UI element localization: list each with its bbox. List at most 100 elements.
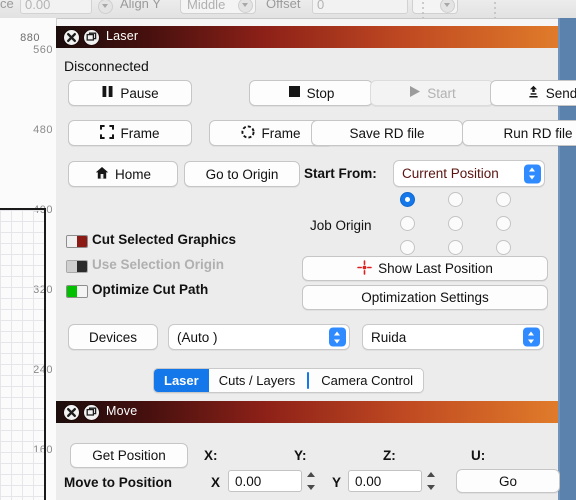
job-origin-label: Job Origin (310, 218, 372, 233)
laser-panel: Laser Disconnected Pause Stop Start Send… (56, 26, 576, 401)
workspace-grid[interactable] (0, 208, 46, 500)
tab-laser[interactable]: Laser (154, 369, 209, 392)
tab-separator (307, 372, 310, 389)
start-from-value: Current Position (402, 166, 499, 181)
stop-button[interactable]: Stop (249, 80, 373, 106)
tab-cuts-layers[interactable]: Cuts / Layers (209, 369, 306, 392)
start-from-dropdown[interactable]: Current Position (393, 160, 545, 187)
get-position-button[interactable]: Get Position (70, 443, 188, 468)
job-origin-middle-left[interactable] (400, 216, 415, 231)
home-icon (95, 166, 109, 183)
ruler-tick: 480 (33, 124, 53, 136)
pause-button[interactable]: Pause (68, 80, 192, 106)
job-origin-top-center[interactable] (448, 192, 463, 207)
float-window-icon[interactable] (84, 405, 99, 420)
align-y-dropdown[interactable]: Middle (180, 0, 256, 14)
axis-z-readout-label: Z: (383, 448, 396, 463)
offset-label: Offset (266, 0, 301, 11)
move-panel-body: Get Position X: Y: Z: U: Move to Positio… (56, 423, 560, 500)
spacing-input[interactable]: 0.00 (20, 0, 92, 14)
job-origin-top-right[interactable] (496, 192, 511, 207)
home-label: Home (114, 166, 151, 182)
move-to-position-label: Move to Position (64, 475, 172, 490)
canvas-pane[interactable]: 880 560 480 400 320 240 160 (0, 18, 57, 500)
close-icon[interactable] (64, 30, 79, 45)
job-origin-bottom-right[interactable] (496, 240, 511, 255)
send-button[interactable]: Send (490, 80, 576, 106)
move-y-input[interactable]: 0.00 (348, 470, 422, 492)
run-rd-file-button[interactable]: Run RD file (462, 120, 576, 146)
frame-round-label: Frame (261, 125, 301, 141)
cut-selected-graphics-label: Cut Selected Graphics (92, 232, 237, 247)
align-y-value: Middle (187, 0, 226, 12)
top-toolbar: ce 0.00 Align Y Middle Offset 0 (0, 0, 576, 19)
device-brand-stepper-icon (523, 327, 540, 347)
job-origin-middle-center[interactable] (448, 216, 463, 231)
ruler-tick: 880 (20, 32, 40, 44)
float-window-icon[interactable] (84, 30, 99, 45)
save-rd-file-label: Save RD file (349, 125, 425, 141)
toolbar-grip-right[interactable] (494, 2, 497, 18)
optimization-settings-button[interactable]: Optimization Settings (302, 285, 548, 310)
use-selection-origin-label: Use Selection Origin (92, 257, 225, 272)
offset-input[interactable]: 0 (312, 0, 408, 14)
send-upload-icon (527, 85, 540, 101)
move-panel-titlebar[interactable]: Move (56, 401, 558, 423)
play-icon (408, 85, 421, 101)
start-from-label: Start From: (304, 166, 377, 181)
panel-tabbar[interactable]: Laser Cuts / Layers Camera Control (153, 368, 425, 393)
ruler-tick: 560 (33, 44, 53, 56)
frame-round-icon (241, 124, 256, 142)
start-label: Start (427, 85, 456, 101)
move-x-prefix: X (211, 475, 221, 490)
cut-selected-graphics-toggle[interactable] (66, 235, 88, 248)
move-x-stepper[interactable] (305, 470, 318, 492)
get-position-label: Get Position (92, 448, 166, 463)
offset-chevron-icon (440, 0, 455, 13)
frame-square-button[interactable]: Frame (68, 120, 192, 146)
job-origin-bottom-left[interactable] (400, 240, 415, 255)
send-label: Send (545, 85, 576, 101)
optimize-cut-path-toggle[interactable] (66, 285, 88, 298)
job-origin-bottom-center[interactable] (448, 240, 463, 255)
spacing-label: ce (0, 0, 14, 11)
stop-icon (288, 85, 301, 101)
device-profile-dropdown[interactable]: (Auto ) (168, 324, 350, 350)
laser-panel-body: Disconnected Pause Stop Start Send Frame… (56, 48, 576, 401)
toolbar-grip-left[interactable] (422, 2, 425, 18)
move-y-stepper[interactable] (425, 470, 438, 492)
save-rd-file-button[interactable]: Save RD file (311, 120, 463, 146)
home-button[interactable]: Home (68, 161, 178, 187)
align-y-label: Align Y (120, 0, 161, 11)
stop-label: Stop (306, 85, 335, 101)
offset-dropdown[interactable] (412, 0, 458, 14)
move-panel-title: Move (106, 404, 138, 418)
job-origin-top-left[interactable] (400, 192, 415, 207)
move-x-input[interactable]: 0.00 (228, 470, 302, 492)
frame-square-icon (100, 124, 115, 142)
axis-y-readout-label: Y: (294, 448, 307, 463)
pause-label: Pause (120, 85, 159, 101)
axis-u-readout-label: U: (471, 448, 486, 463)
tab-camera-control[interactable]: Camera Control (311, 369, 423, 392)
go-button[interactable]: Go (456, 469, 560, 493)
crosshair-icon (357, 259, 372, 278)
go-to-origin-button[interactable]: Go to Origin (184, 161, 300, 187)
use-selection-origin-toggle[interactable] (66, 260, 88, 273)
spacing-chevron-icon[interactable] (98, 0, 113, 14)
devices-button[interactable]: Devices (68, 324, 158, 350)
start-from-stepper-icon (524, 164, 541, 183)
laser-panel-titlebar[interactable]: Laser (56, 26, 558, 48)
device-brand-value: Ruida (371, 329, 407, 345)
workspace-edge (44, 208, 46, 500)
go-to-origin-label: Go to Origin (205, 166, 279, 182)
job-origin-middle-right[interactable] (496, 216, 511, 231)
connection-status: Disconnected (64, 58, 149, 74)
optimization-settings-label: Optimization Settings (361, 290, 489, 305)
move-panel: Move Get Position X: Y: Z: U: Move to Po… (56, 401, 560, 500)
device-brand-dropdown[interactable]: Ruida (362, 324, 544, 350)
start-button[interactable]: Start (370, 80, 494, 106)
show-last-position-button[interactable]: Show Last Position (302, 256, 548, 281)
align-y-chevron-icon (238, 0, 253, 13)
close-icon[interactable] (64, 405, 79, 420)
